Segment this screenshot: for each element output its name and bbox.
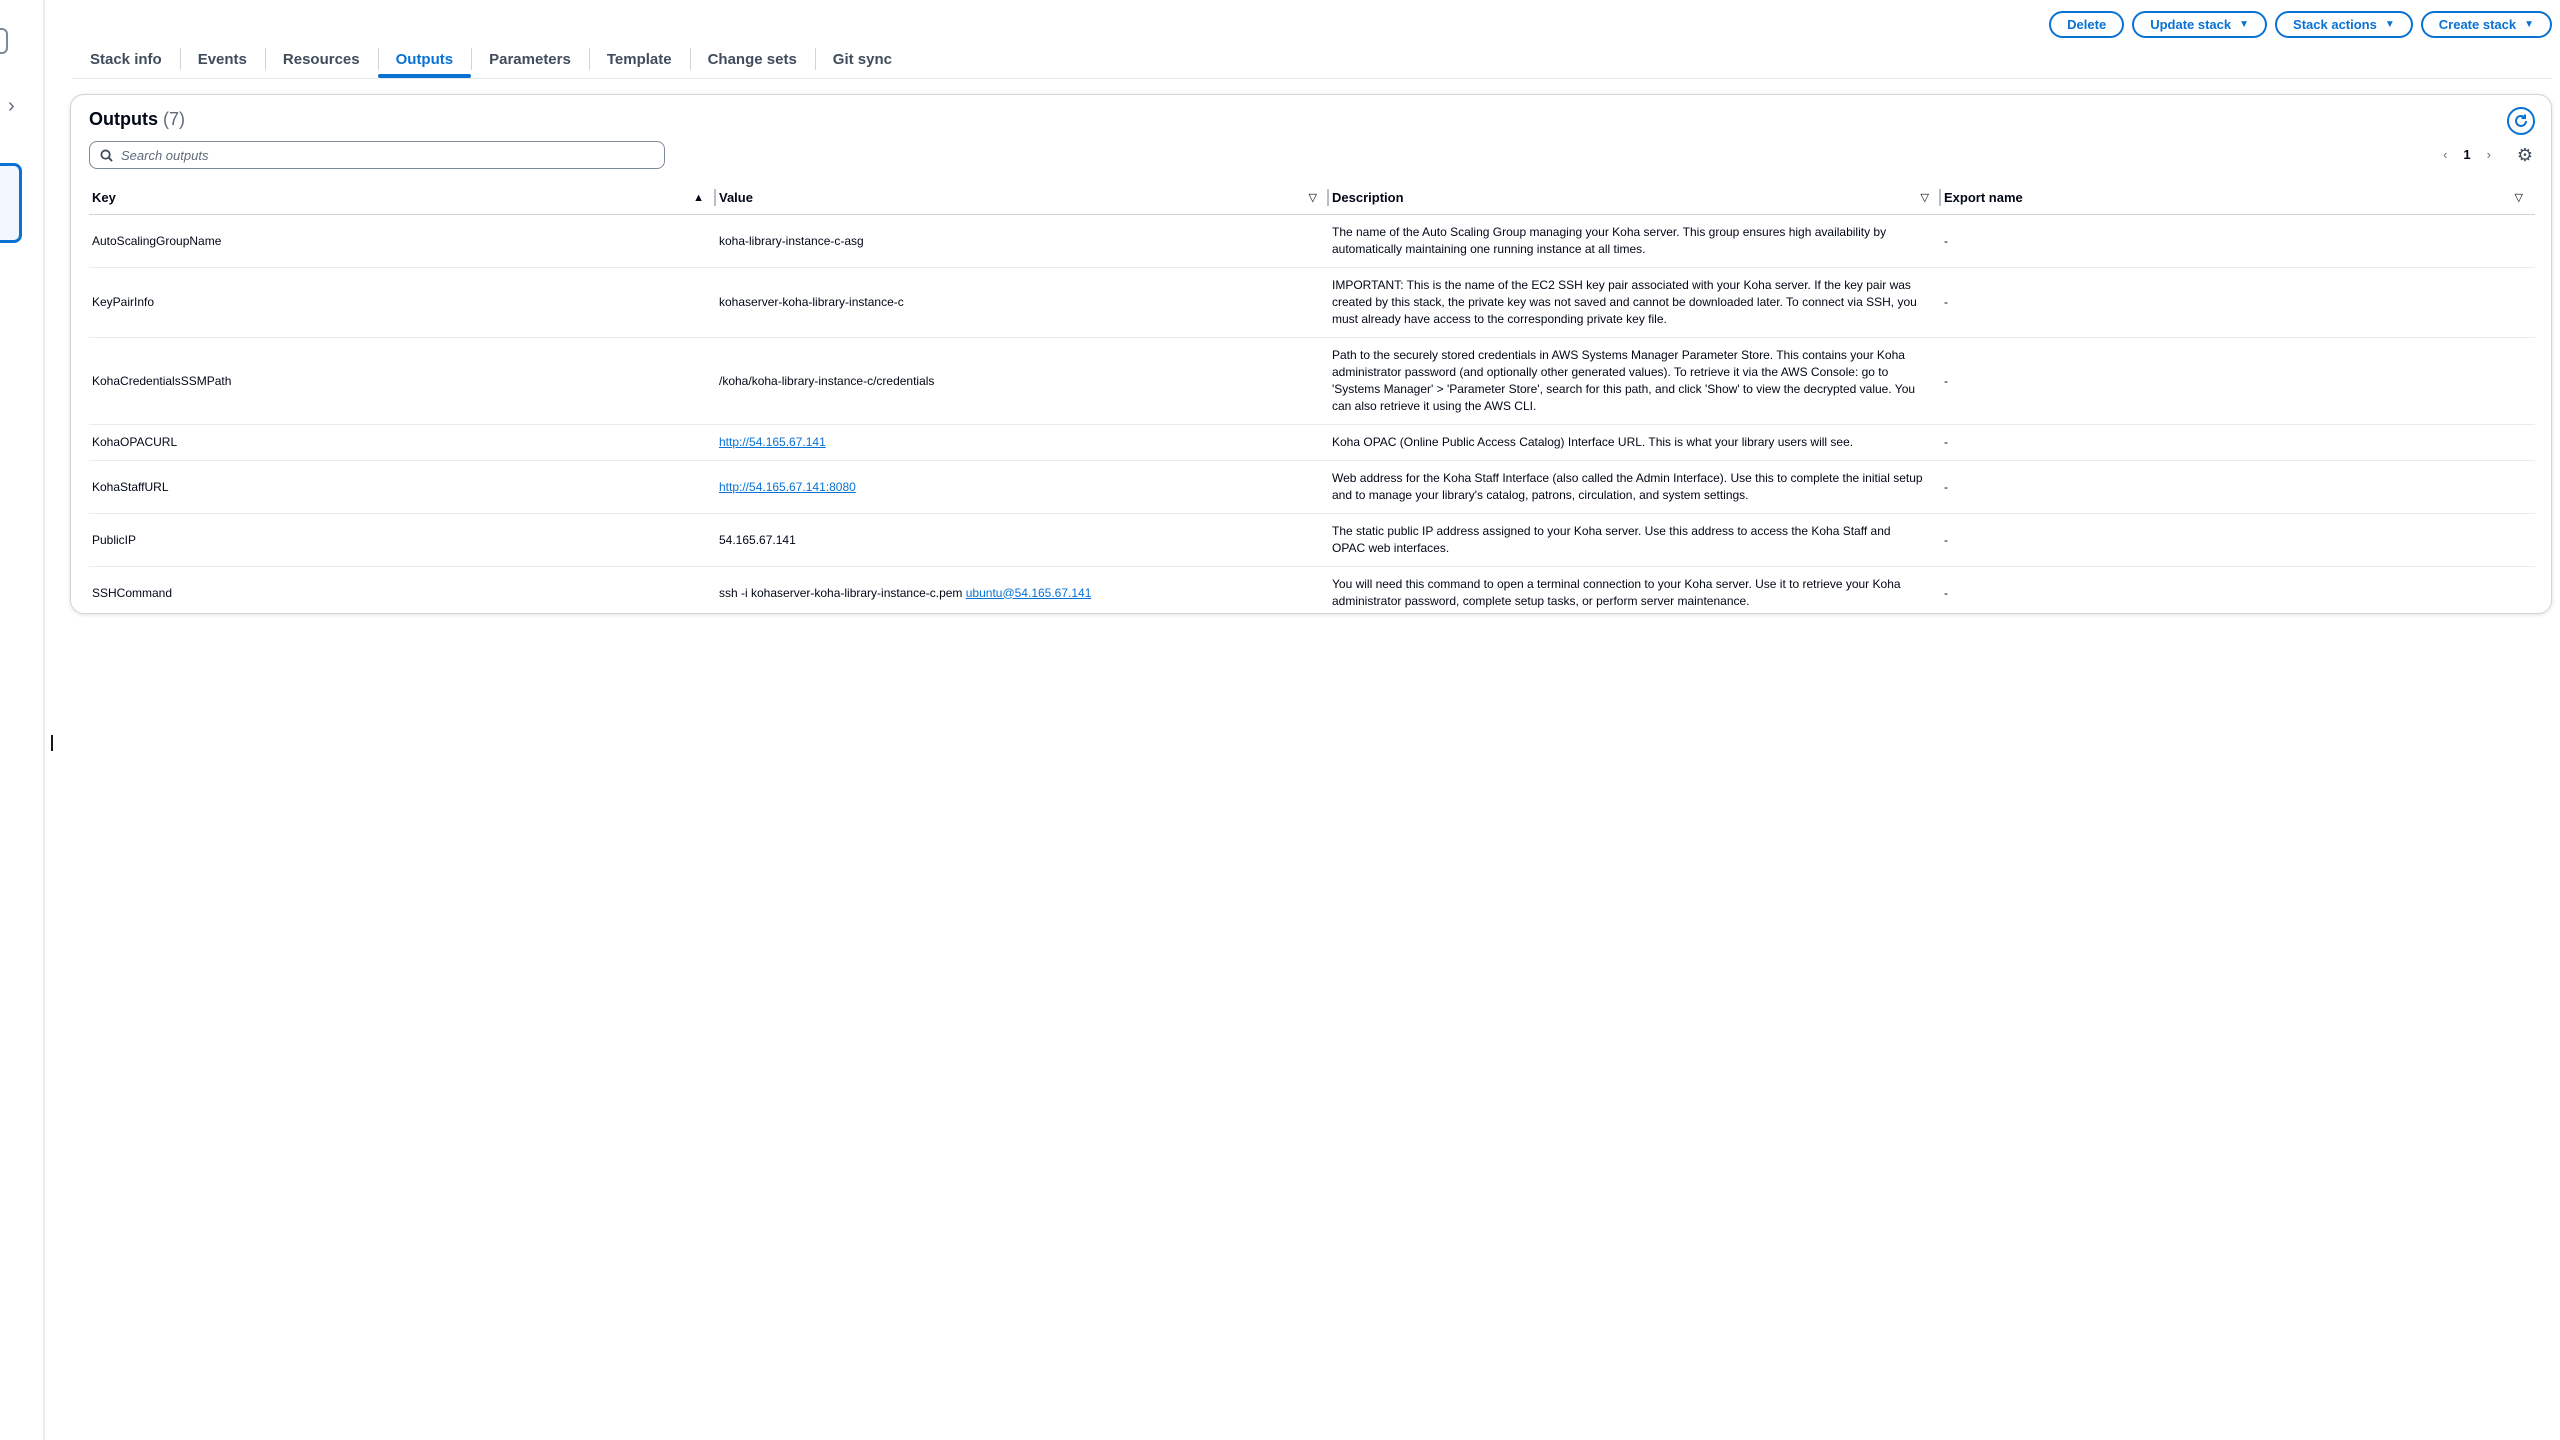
tab-resources[interactable]: Resources xyxy=(264,40,378,78)
cell-description: Koha OPAC (Online Public Access Catalog)… xyxy=(1332,435,1854,449)
column-header-label: Export name xyxy=(1944,190,2023,205)
search-field[interactable] xyxy=(89,141,665,169)
refresh-icon[interactable] xyxy=(2507,107,2535,135)
cell-description: You will need this command to open a ter… xyxy=(1332,577,1901,608)
table-row: KohaCredentialsSSMPath /koha/koha-librar… xyxy=(89,338,2535,425)
ssh-command-text: ssh -i kohaserver-koha-library-instance-… xyxy=(719,585,966,600)
cell-value: http://54.165.67.141 xyxy=(716,425,1329,460)
cell-key: KohaStaffURL xyxy=(92,479,169,494)
cell-value: http://54.165.67.141:8080 xyxy=(716,470,1329,505)
column-header-export-name[interactable]: Export name ▽ xyxy=(1941,181,2535,214)
outputs-table: Key ▲ Value ▽ Description ▽ Export name … xyxy=(89,181,2535,619)
cell-description: IMPORTANT: This is the name of the EC2 S… xyxy=(1332,278,1917,326)
cell-key: KohaOPACURL xyxy=(92,435,178,449)
table-row: KohaStaffURL http://54.165.67.141:8080 W… xyxy=(89,461,2535,514)
cell-key: PublicIP xyxy=(92,532,137,547)
cell-value: koha-library-instance-c-asg xyxy=(719,233,864,248)
outputs-count: (7) xyxy=(163,109,186,129)
table-row: KeyPairInfo kohaserver-koha-library-inst… xyxy=(89,268,2535,338)
chevron-left-icon[interactable]: ‹ xyxy=(2443,147,2447,162)
text-cursor xyxy=(51,735,53,751)
table-row: PublicIP 54.165.67.141 The static public… xyxy=(89,514,2535,567)
create-stack-label: Create stack xyxy=(2438,17,2517,32)
ssh-host-link[interactable]: ubuntu@54.165.67.141 xyxy=(966,586,1092,600)
stack-tabs: Stack info Events Resources Outputs Para… xyxy=(72,40,910,78)
cell-export-name: - xyxy=(1944,585,1948,600)
pagination: ‹ 1 › xyxy=(2443,147,2491,162)
cell-key: SSHCommand xyxy=(92,585,173,600)
tab-template[interactable]: Template xyxy=(588,40,690,78)
caret-down-icon: ▼ xyxy=(2524,19,2534,30)
rail-selected-item[interactable] xyxy=(0,163,22,243)
sort-icon[interactable]: ▽ xyxy=(1309,191,1317,204)
cell-value: kohaserver-koha-library-instance-c xyxy=(719,295,904,309)
stack-actions-bar: Delete Update stack ▼ Stack actions ▼ Crea… xyxy=(2049,11,2552,38)
search-icon xyxy=(100,148,113,162)
opac-url-link[interactable]: http://54.165.67.141 xyxy=(719,435,826,449)
cell-description: Web address for the Koha Staff Interface… xyxy=(1332,471,1923,502)
delete-button[interactable]: Delete xyxy=(2049,11,2125,38)
caret-down-icon: ▼ xyxy=(2384,19,2395,30)
tab-events[interactable]: Events xyxy=(179,40,265,78)
outputs-panel: Outputs (7) ‹ 1 › ⚙ Key ▲ Value ▽ xyxy=(70,94,2552,614)
column-header-key[interactable]: Key ▲ xyxy=(89,181,716,214)
cell-description: The name of the Auto Scaling Group manag… xyxy=(1332,225,1887,256)
stack-actions-label: Stack actions xyxy=(2293,17,2377,32)
sort-icon[interactable]: ▽ xyxy=(1921,191,1929,204)
chevron-right-icon[interactable]: › xyxy=(8,96,28,116)
table-row: SSHCommand ssh -i kohaserver-koha-librar… xyxy=(89,567,2535,619)
outputs-title: Outputs (7) xyxy=(89,109,185,130)
caret-down-icon: ▼ xyxy=(2239,19,2250,30)
cell-value: 54.165.67.141 xyxy=(719,532,796,547)
tab-git-sync[interactable]: Git sync xyxy=(814,40,910,78)
cell-key: KohaCredentialsSSMPath xyxy=(92,373,232,388)
column-header-label: Key xyxy=(92,190,116,205)
staff-url-link[interactable]: http://54.165.67.141:8080 xyxy=(719,480,856,494)
stack-actions-button[interactable]: Stack actions ▼ xyxy=(2275,11,2413,38)
tabs-divider xyxy=(72,78,2552,79)
left-navigation-rail: › xyxy=(0,0,45,1440)
cell-key: AutoScalingGroupName xyxy=(92,233,222,248)
cell-value: ssh -i kohaserver-koha-library-instance-… xyxy=(716,576,1329,611)
cell-value: /koha/koha-library-instance-c/credential… xyxy=(719,373,935,388)
chevron-right-icon[interactable]: › xyxy=(2487,147,2491,162)
tab-parameters[interactable]: Parameters xyxy=(471,40,589,78)
cell-export-name: - xyxy=(1944,479,1948,494)
tab-change-sets[interactable]: Change sets xyxy=(689,40,815,78)
tab-stack-info[interactable]: Stack info xyxy=(72,40,180,78)
column-header-description[interactable]: Description ▽ xyxy=(1329,181,1941,214)
cell-key: KeyPairInfo xyxy=(92,295,155,309)
update-stack-button[interactable]: Update stack ▼ xyxy=(2132,11,2268,38)
update-stack-label: Update stack xyxy=(2150,17,2232,32)
cell-export-name: - xyxy=(1944,295,1948,309)
table-row: AutoScalingGroupName koha-library-instan… xyxy=(89,215,2535,268)
cell-export-name: - xyxy=(1944,373,1948,388)
current-page[interactable]: 1 xyxy=(2463,147,2470,162)
column-header-label: Value xyxy=(719,190,753,205)
cell-export-name: - xyxy=(1944,435,1948,449)
column-header-label: Description xyxy=(1332,190,1404,205)
gear-icon[interactable]: ⚙ xyxy=(2515,145,2535,165)
rail-collapsed-control[interactable] xyxy=(0,28,8,54)
tab-outputs[interactable]: Outputs xyxy=(377,40,472,78)
cell-export-name: - xyxy=(1944,233,1948,248)
cell-description: The static public IP address assigned to… xyxy=(1332,524,1891,555)
sort-ascending-icon[interactable]: ▲ xyxy=(693,192,704,204)
cell-description: Path to the securely stored credentials … xyxy=(1332,348,1916,413)
cell-export-name: - xyxy=(1944,532,1948,547)
table-row: KohaOPACURL http://54.165.67.141 Koha OP… xyxy=(89,425,2535,461)
create-stack-button[interactable]: Create stack ▼ xyxy=(2420,11,2552,38)
table-header: Key ▲ Value ▽ Description ▽ Export name … xyxy=(89,181,2535,215)
sort-icon[interactable]: ▽ xyxy=(2515,191,2523,204)
outputs-title-text: Outputs xyxy=(89,109,158,129)
delete-button-label: Delete xyxy=(2067,17,2107,32)
search-input[interactable] xyxy=(121,147,664,163)
column-header-value[interactable]: Value ▽ xyxy=(716,181,1329,214)
